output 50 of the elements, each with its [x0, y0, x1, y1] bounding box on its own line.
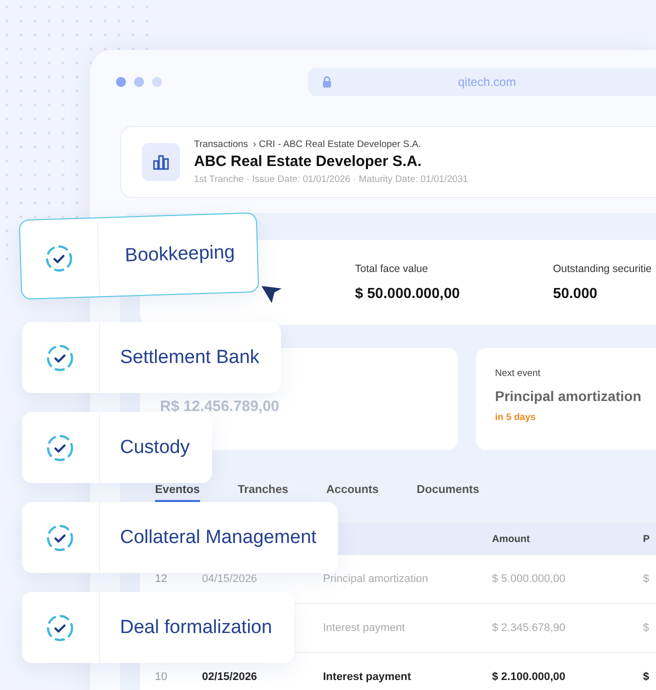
dashed-check-circle-icon [46, 434, 74, 462]
tab[interactable]: Accounts [326, 484, 379, 502]
page-meta: 1st Tranche · Issue Date: 01/01/2026 · Maturity Date: 01/01/2031 [194, 174, 468, 185]
service-card[interactable]: Bookkeeping [18, 212, 260, 300]
table-cell: 04/15/2026 [202, 573, 258, 585]
table-cell: 10 [155, 671, 168, 683]
service-card[interactable]: Custody [22, 412, 212, 483]
window-dot [152, 77, 162, 87]
service-label: Custody [120, 436, 190, 458]
window-dot [116, 77, 126, 87]
table-cell: $ 5.000.000,00 [492, 573, 566, 585]
table-cell: $ [643, 671, 650, 683]
stat-value: $ 50.000.000,00 [355, 286, 461, 302]
stat-value: 50.000 [553, 286, 598, 302]
page-title: ABC Real Estate Developer S.A. [194, 153, 423, 170]
breadcrumb-link[interactable]: Transactions [194, 139, 248, 150]
column-header: Amount [492, 534, 531, 544]
stat-label: Total face value [355, 263, 429, 275]
dashed-check-circle-icon [46, 524, 74, 552]
dashed-check-circle-icon [46, 614, 74, 642]
next-event-label: Next event [495, 368, 542, 379]
table-cell: Interest payment [323, 622, 405, 634]
service-label: Deal formalization [120, 616, 272, 638]
dashed-check-circle-icon [44, 244, 74, 273]
table-cell: $ [643, 573, 650, 585]
service-card[interactable]: Settlement Bank [22, 322, 282, 393]
table-cell: Interest payment [323, 671, 412, 683]
tab[interactable]: Tranches [238, 484, 288, 502]
table-cell: $ 2.100.000,00 [492, 671, 566, 683]
bar-chart-icon [142, 143, 180, 181]
service-card[interactable]: Deal formalization [22, 592, 294, 663]
service-label: Collateral Management [120, 526, 316, 548]
column-header: P [643, 534, 651, 544]
lock-icon [322, 76, 332, 88]
table-cell: $ [643, 622, 650, 634]
service-label: Bookkeeping [124, 242, 236, 268]
table-cell: 02/15/2026 [202, 671, 258, 683]
next-event-due: in 5 days [495, 412, 537, 423]
table-cell: 12 [155, 573, 168, 585]
window-dot [134, 77, 144, 87]
next-event-title: Principal amortization [495, 388, 642, 404]
stat-label: Outstanding securitie [553, 263, 652, 275]
service-label: Settlement Bank [120, 346, 260, 368]
breadcrumb-current: › CRI - ABC Real Estate Developer S.A. [253, 139, 421, 150]
balance-value: R$ 12.456.789,00 [160, 398, 280, 415]
service-card[interactable]: Collateral Management [22, 502, 338, 573]
table-cell: Principal amortization [323, 573, 428, 585]
table-cell: $ 2.345.678,90 [492, 622, 566, 634]
dashed-check-circle-icon [46, 344, 74, 372]
tab[interactable]: Documents [416, 484, 480, 502]
